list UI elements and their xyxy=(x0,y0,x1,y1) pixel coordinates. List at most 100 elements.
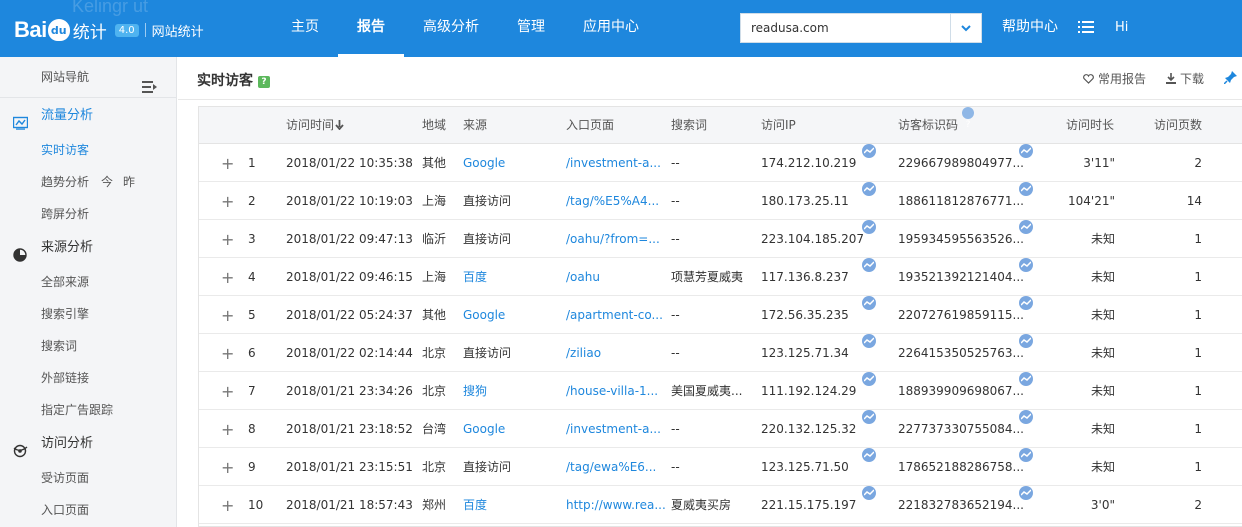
question-icon[interactable]: ? xyxy=(962,107,975,130)
sidebar-group-source[interactable]: 来源分析 xyxy=(0,230,176,266)
vid-trend-icon[interactable] xyxy=(1019,486,1033,500)
entry-page-link[interactable]: http://www.rea... xyxy=(566,486,666,524)
table-header: 访问时间 地域 来源 入口页面 搜索词 访问IP 访客标识码? 访问时长 访问页… xyxy=(199,107,1242,144)
nav-home[interactable]: 主页 xyxy=(272,0,338,57)
source[interactable]: Google xyxy=(463,410,505,448)
entry-page-link[interactable]: /investment-a... xyxy=(566,144,661,182)
sidebar-item-all-sources[interactable]: 全部来源 xyxy=(0,266,176,298)
search-keyword: 夏威夷买房 xyxy=(671,498,732,512)
expand-row-icon[interactable]: + xyxy=(221,220,234,260)
vid-trend-icon[interactable] xyxy=(1019,448,1033,462)
sidebar-item-entry-pages[interactable]: 入口页面 xyxy=(0,494,176,526)
vid-trend-icon[interactable] xyxy=(1019,334,1033,348)
today-link[interactable]: 今 xyxy=(101,175,113,189)
ip-trend-icon[interactable] xyxy=(862,448,876,462)
expand-row-icon[interactable]: + xyxy=(221,448,234,488)
sidebar-item-visited-pages[interactable]: 受访页面 xyxy=(0,462,176,494)
expand-row-icon[interactable]: + xyxy=(221,372,234,412)
sidebar-item-ad-tracking[interactable]: 指定广告跟踪 xyxy=(0,394,176,426)
sidebar-group-label: 来源分析 xyxy=(41,240,94,255)
table-row: +4 2018/01/22 09:46:15 上海 百度/oahu 项慧芳夏威夷 117.… xyxy=(199,258,1242,296)
nav-advanced[interactable]: 高级分析 xyxy=(404,0,498,57)
common-report-button[interactable]: 常用报告 xyxy=(1083,70,1146,87)
source[interactable]: 百度 xyxy=(463,486,487,524)
entry-page-link[interactable]: /oahu/?from=... xyxy=(566,220,660,258)
ip-trend-icon[interactable] xyxy=(862,258,876,272)
col-entry[interactable]: 入口页面 xyxy=(566,107,614,143)
expand-row-icon[interactable]: + xyxy=(221,258,234,298)
nav-manage[interactable]: 管理 xyxy=(498,0,564,57)
yesterday-link[interactable]: 昨 xyxy=(123,175,135,189)
sidebar-item-realtime[interactable]: 实时访客 xyxy=(0,134,176,166)
col-ip[interactable]: 访问IP xyxy=(761,107,796,143)
domain-select[interactable]: readusa.com xyxy=(740,13,982,43)
sidebar-item-cross-screen[interactable]: 跨屏分析 xyxy=(0,198,176,230)
ip-trend-icon[interactable] xyxy=(862,486,876,500)
entry-page-link[interactable]: /tag/ewa%E6... xyxy=(566,448,656,486)
sidebar-group-traffic[interactable]: 流量分析 xyxy=(0,98,176,134)
expand-row-icon[interactable]: + xyxy=(221,296,234,336)
vid-trend-icon[interactable] xyxy=(1019,372,1033,386)
entry-page-link[interactable]: /ziliao xyxy=(566,334,601,372)
vid-trend-icon[interactable] xyxy=(1019,220,1033,234)
expand-row-icon[interactable]: + xyxy=(221,486,234,526)
collapse-sidebar-icon[interactable] xyxy=(142,70,158,93)
ip-trend-icon[interactable] xyxy=(862,220,876,234)
source[interactable]: 百度 xyxy=(463,258,487,296)
sidebar-item-label: 跨屏分析 xyxy=(41,207,90,221)
ip-trend-icon[interactable] xyxy=(862,296,876,310)
col-pages[interactable]: 访问页数 xyxy=(1154,107,1202,143)
sidebar-item-search-terms[interactable]: 搜索词 xyxy=(0,330,176,362)
ip-trend-icon[interactable] xyxy=(862,182,876,196)
help-icon[interactable]: ? xyxy=(258,76,270,88)
chevron-down-icon[interactable] xyxy=(950,14,981,42)
entry-page-link[interactable]: /apartment-co... xyxy=(566,296,663,334)
ip-trend-icon[interactable] xyxy=(862,144,876,158)
visitor-id: 220727619859115... xyxy=(898,308,1024,322)
entry-page-link[interactable]: /investment-a... xyxy=(566,410,661,448)
vid-trend-icon[interactable] xyxy=(1019,144,1033,158)
col-source[interactable]: 来源 xyxy=(463,107,487,143)
col-time[interactable]: 访问时间 xyxy=(286,107,344,143)
ip-trend-icon[interactable] xyxy=(862,410,876,424)
sidebar-group-visit[interactable]: 访问分析 xyxy=(0,426,176,462)
table-row: +2 2018/01/22 10:19:03 上海 直接访问/tag/%E5%A4..… xyxy=(199,182,1242,220)
vid-trend-icon[interactable] xyxy=(1019,182,1033,196)
expand-row-icon[interactable]: + xyxy=(221,410,234,450)
vid-trend-icon[interactable] xyxy=(1019,258,1033,272)
expand-row-icon[interactable]: + xyxy=(221,182,234,222)
sidebar-item-search-engines[interactable]: 搜索引擎 xyxy=(0,298,176,330)
entry-page-link[interactable]: /house-villa-1... xyxy=(566,372,658,410)
page-count: 1 xyxy=(1194,232,1202,246)
region: 郑州 xyxy=(422,498,447,512)
nav-reports[interactable]: 报告 xyxy=(338,0,404,57)
col-region[interactable]: 地域 xyxy=(422,107,446,143)
download-button[interactable]: 下载 xyxy=(1165,70,1204,87)
vid-trend-icon[interactable] xyxy=(1019,410,1033,424)
ip-trend-icon[interactable] xyxy=(862,372,876,386)
sidebar-item-trend[interactable]: 趋势分析今昨 xyxy=(0,166,176,198)
col-visitor-id[interactable]: 访客标识码? xyxy=(898,107,975,143)
col-keyword[interactable]: 搜索词 xyxy=(671,107,707,143)
pin-icon[interactable] xyxy=(1223,70,1238,87)
expand-row-icon[interactable]: + xyxy=(221,144,234,184)
source[interactable]: Google xyxy=(463,144,505,182)
search-keyword: -- xyxy=(671,156,680,170)
user-greeting[interactable]: Hi xyxy=(1115,0,1128,55)
col-duration[interactable]: 访问时长 xyxy=(1066,107,1114,143)
nav-apps[interactable]: 应用中心 xyxy=(564,0,658,57)
source[interactable]: Google xyxy=(463,296,505,334)
list-menu-icon[interactable] xyxy=(1078,20,1094,34)
sidebar-title: 网站导航 xyxy=(41,70,90,84)
sidebar-group-label: 访问分析 xyxy=(41,436,94,451)
page-count: 1 xyxy=(1194,270,1202,284)
vid-trend-icon[interactable] xyxy=(1019,296,1033,310)
sidebar-item-external-links[interactable]: 外部链接 xyxy=(0,362,176,394)
expand-row-icon[interactable]: + xyxy=(221,334,234,374)
entry-page-link[interactable]: /oahu xyxy=(566,258,600,296)
ip-trend-icon[interactable] xyxy=(862,334,876,348)
baidu-tongji-logo[interactable]: Bai du 统计 4.0 网站统计 xyxy=(14,13,204,47)
source[interactable]: 搜狗 xyxy=(463,372,487,410)
entry-page-link[interactable]: /tag/%E5%A4... xyxy=(566,182,659,220)
help-center-link[interactable]: 帮助中心 xyxy=(1002,0,1058,55)
